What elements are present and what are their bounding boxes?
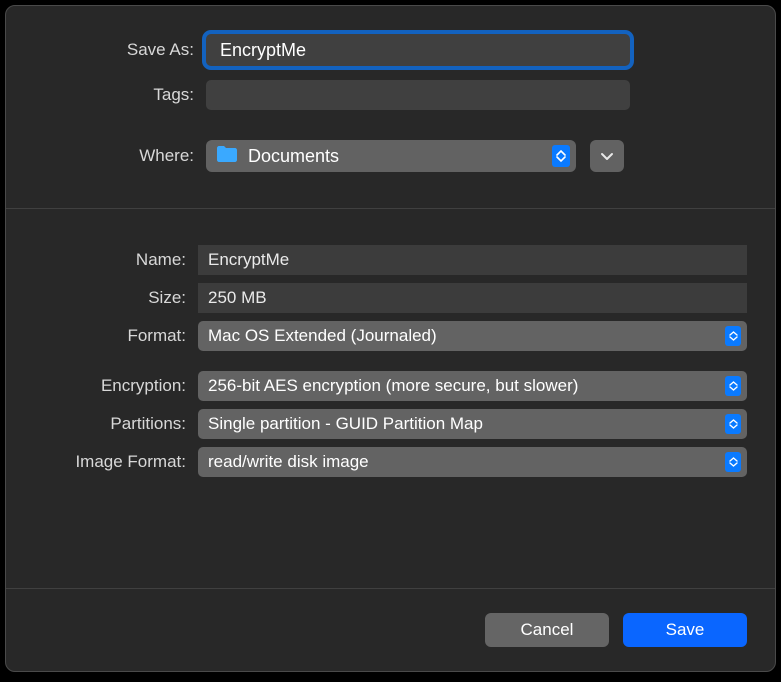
encryption-select[interactable]: 256-bit AES encryption (more secure, but… (198, 371, 747, 401)
expand-button[interactable] (590, 140, 624, 172)
image-settings-section: Name: Size: Format: Mac OS Extended (Jou… (6, 208, 775, 588)
where-selected: Documents (248, 146, 552, 167)
cancel-button[interactable]: Cancel (485, 613, 609, 647)
name-row: Name: (34, 245, 747, 275)
size-label: Size: (34, 288, 198, 308)
partitions-selected: Single partition - GUID Partition Map (208, 414, 725, 434)
updown-icon (725, 452, 741, 472)
image-format-label: Image Format: (34, 452, 198, 472)
encryption-label: Encryption: (34, 376, 198, 396)
folder-icon (216, 145, 248, 168)
image-format-row: Image Format: read/write disk image (34, 447, 747, 477)
dialog-footer: Cancel Save (6, 588, 775, 671)
where-select[interactable]: Documents (206, 140, 576, 172)
save-button[interactable]: Save (623, 613, 747, 647)
save-as-input[interactable] (206, 34, 630, 66)
where-row: Where: Documents (34, 140, 747, 172)
updown-icon (552, 145, 570, 167)
format-select[interactable]: Mac OS Extended (Journaled) (198, 321, 747, 351)
updown-icon (725, 376, 741, 396)
partitions-select[interactable]: Single partition - GUID Partition Map (198, 409, 747, 439)
encryption-selected: 256-bit AES encryption (more secure, but… (208, 376, 725, 396)
size-input[interactable] (198, 283, 747, 313)
partitions-label: Partitions: (34, 414, 198, 434)
image-format-selected: read/write disk image (208, 452, 725, 472)
updown-icon (725, 326, 741, 346)
save-as-row: Save As: (34, 34, 747, 66)
save-section: Save As: Tags: Where: Documents (6, 6, 775, 208)
format-selected: Mac OS Extended (Journaled) (208, 326, 725, 346)
tags-label: Tags: (34, 85, 206, 105)
name-label: Name: (34, 250, 198, 270)
size-row: Size: (34, 283, 747, 313)
save-as-label: Save As: (34, 40, 206, 60)
chevron-down-icon (600, 149, 614, 164)
image-format-select[interactable]: read/write disk image (198, 447, 747, 477)
format-row: Format: Mac OS Extended (Journaled) (34, 321, 747, 351)
where-label: Where: (34, 146, 206, 166)
name-input[interactable] (198, 245, 747, 275)
save-dialog: Save As: Tags: Where: Documents (5, 5, 776, 672)
tags-input[interactable] (206, 80, 630, 110)
partitions-row: Partitions: Single partition - GUID Part… (34, 409, 747, 439)
tags-row: Tags: (34, 80, 747, 110)
encryption-row: Encryption: 256-bit AES encryption (more… (34, 371, 747, 401)
updown-icon (725, 414, 741, 434)
format-label: Format: (34, 326, 198, 346)
